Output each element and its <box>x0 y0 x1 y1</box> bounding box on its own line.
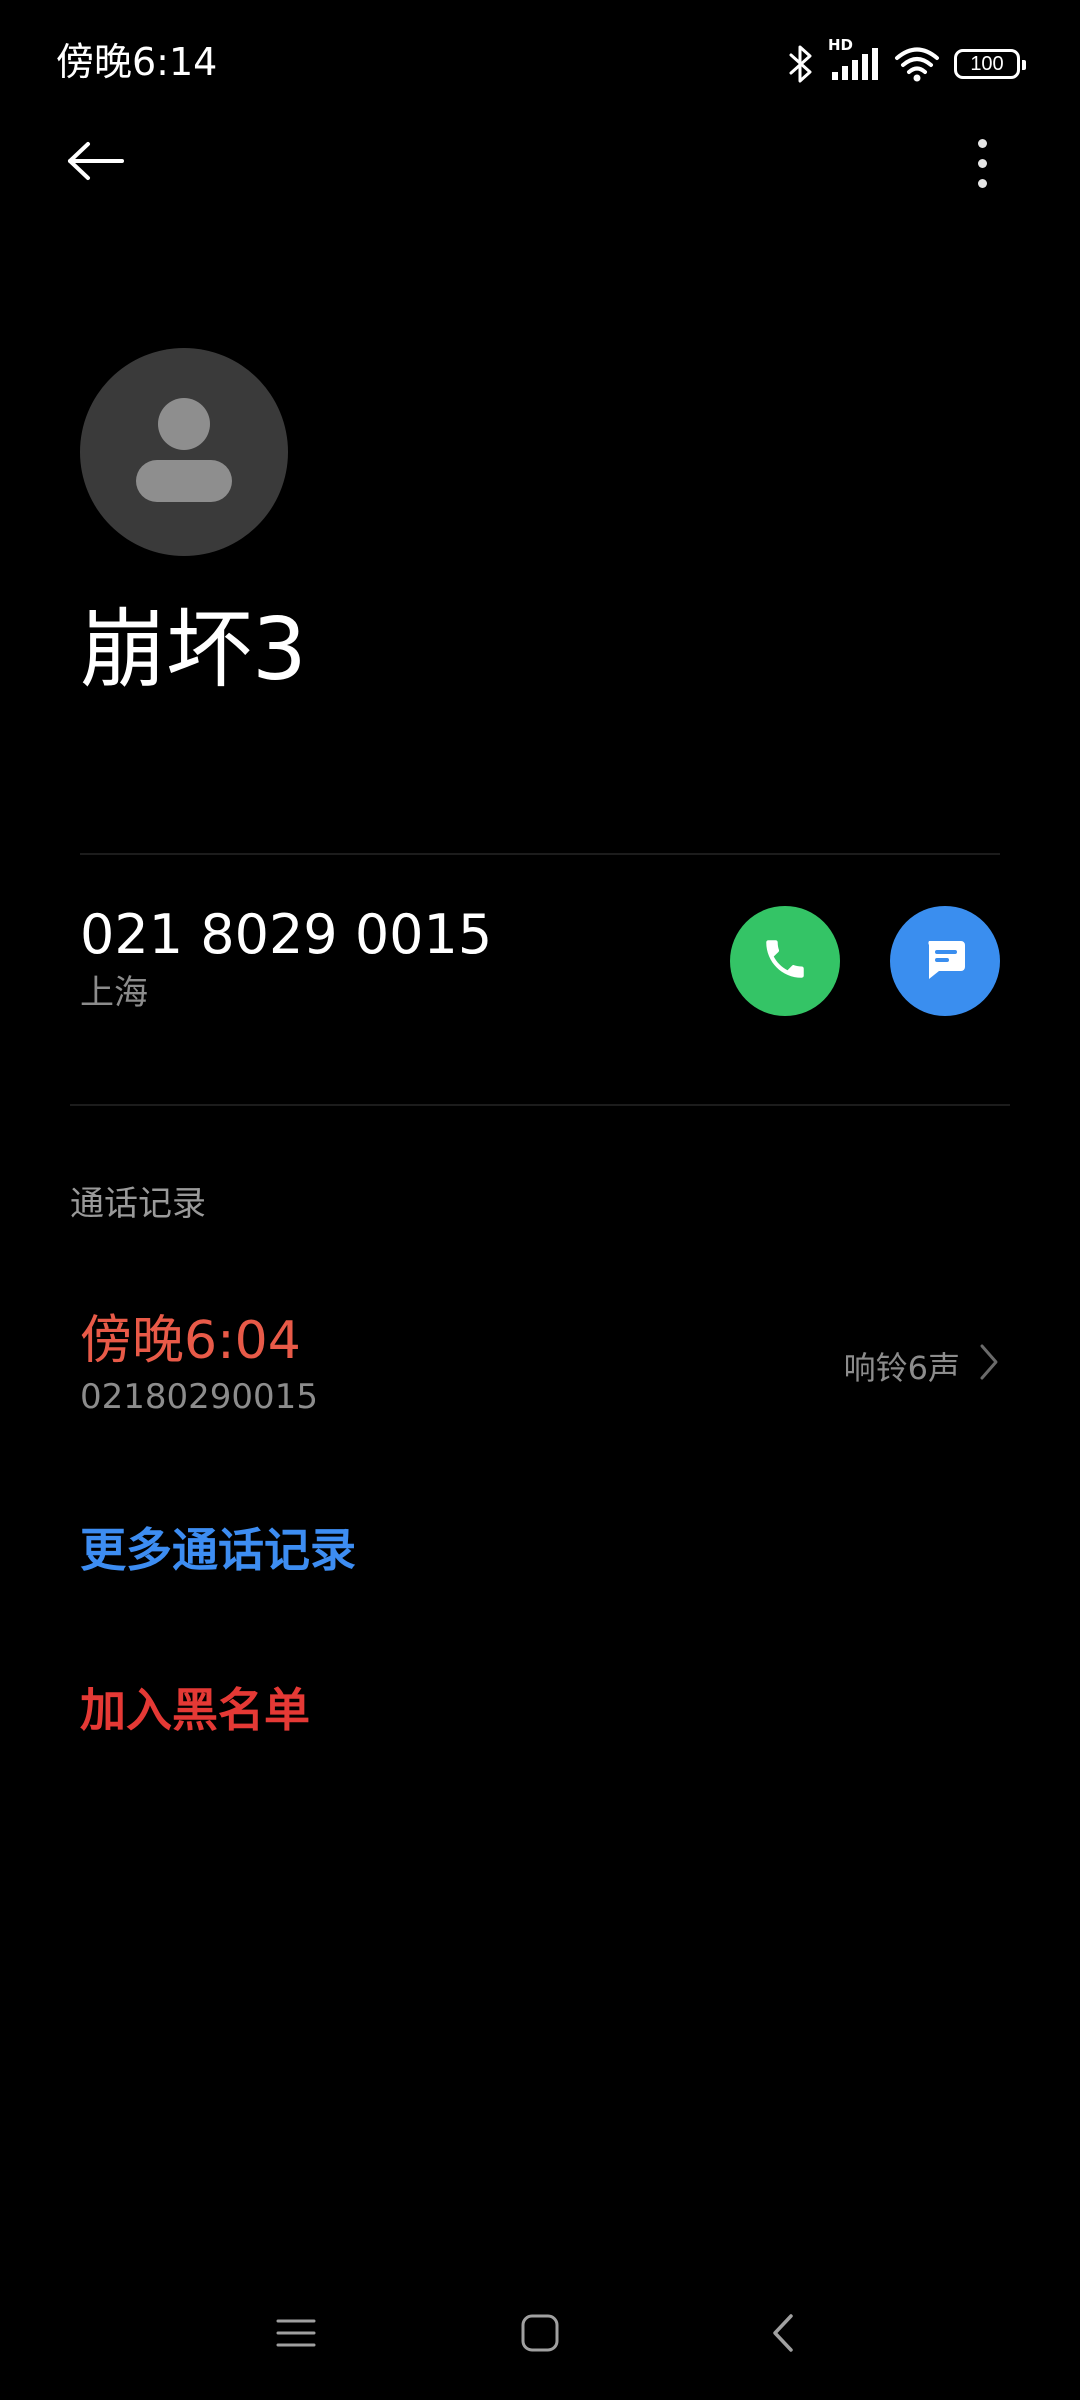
back-button[interactable] <box>60 130 132 196</box>
divider <box>70 1104 1010 1106</box>
network-label: HD <box>828 36 854 54</box>
contact-detail-screen: 傍晚6:14 HD 100 崩坏3 021 8029 0015 上海 通话记录 … <box>0 0 1080 2400</box>
wifi-icon <box>894 44 940 84</box>
message-button[interactable] <box>890 906 1000 1016</box>
back-nav-icon <box>769 2312 799 2358</box>
message-icon <box>921 935 969 987</box>
status-time: 傍晚6:14 <box>56 40 218 84</box>
phone-icon <box>760 934 810 988</box>
status-icons: HD 100 <box>788 36 1026 90</box>
add-to-blacklist-button[interactable]: 加入黑名单 <box>80 1678 310 1742</box>
home-icon <box>519 2312 561 2358</box>
menu-icon <box>274 2313 318 2357</box>
more-call-log-link[interactable]: 更多通话记录 <box>80 1518 356 1582</box>
phone-number[interactable]: 021 8029 0015 <box>80 900 492 970</box>
contact-avatar <box>80 348 288 556</box>
battery-icon: 100 <box>954 49 1026 79</box>
contact-name: 崩坏3 <box>80 600 307 700</box>
call-log-title: 通话记录 <box>70 1184 206 1224</box>
phone-location: 上海 <box>80 973 148 1013</box>
call-log-detail: 响铃6声 <box>844 1342 1000 1393</box>
more-options-button[interactable] <box>957 128 1007 198</box>
arrow-left-icon <box>66 141 126 185</box>
divider <box>80 853 1000 855</box>
back-nav-button[interactable] <box>744 2300 824 2370</box>
call-log-ring-count: 响铃6声 <box>843 1348 960 1387</box>
more-vertical-icon <box>977 138 987 148</box>
menu-nav-button[interactable] <box>256 2300 336 2370</box>
bluetooth-icon <box>788 44 814 84</box>
call-log-entry[interactable]: 傍晚6:04 02180290015 响铃6声 <box>0 1290 1080 1440</box>
signal-icon: HD <box>828 36 880 84</box>
home-nav-button[interactable] <box>500 2300 580 2370</box>
call-button[interactable] <box>730 906 840 1016</box>
battery-level: 100 <box>970 52 1004 75</box>
chevron-right-icon <box>978 1342 1000 1393</box>
call-log-time: 傍晚6:04 <box>80 1311 301 1371</box>
call-log-number: 02180290015 <box>80 1377 318 1417</box>
